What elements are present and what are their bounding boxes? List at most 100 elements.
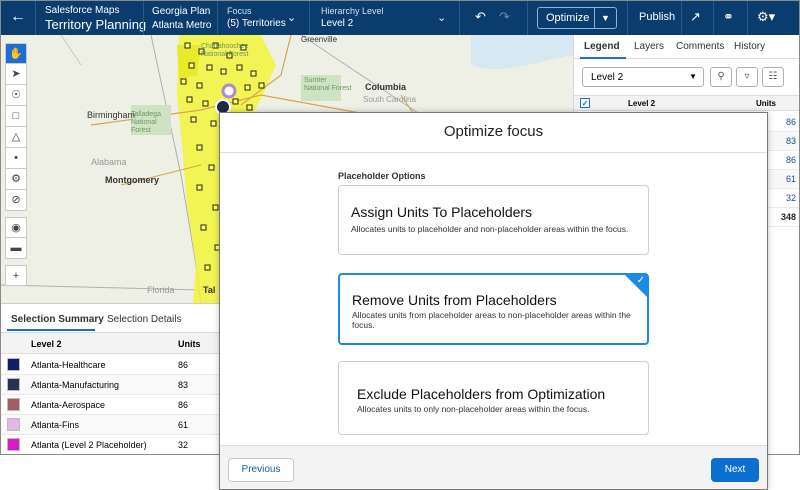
selection-row[interactable]: Atlanta-Fins 61: [1, 415, 223, 435]
hierarchy-icon[interactable]: ☷: [762, 67, 784, 87]
select-all-checkbox[interactable]: ✓: [580, 98, 590, 108]
layers-icon[interactable]: ◉: [5, 217, 27, 238]
lasso-select-icon[interactable]: •: [5, 148, 27, 169]
plan-label: Georgia Plan: [152, 6, 211, 17]
legend-level-select[interactable]: Level 2 ▼: [582, 67, 704, 87]
selection-name: Atlanta-Fins: [31, 420, 80, 430]
map-label-columbia: Columbia: [365, 82, 407, 92]
undo-icon[interactable]: ↶: [475, 9, 486, 25]
optimize-button[interactable]: Optimize ▼: [537, 7, 617, 29]
tab-layers[interactable]: Layers: [634, 41, 664, 52]
plan-block[interactable]: Georgia Plan Atlanta Metro: [152, 5, 211, 33]
rectangle-select-icon[interactable]: □: [5, 106, 27, 127]
zoom-in-icon[interactable]: +: [5, 265, 27, 286]
tab-history[interactable]: History: [734, 41, 765, 52]
option-description: Allocates units to only non-placeholder …: [357, 404, 590, 414]
option-exclude-placeholders[interactable]: Exclude Placeholders from Optimization A…: [338, 361, 649, 435]
plan-value: Atlanta Metro: [152, 20, 212, 31]
share-icon[interactable]: ↗: [690, 9, 701, 25]
divider: [527, 1, 528, 35]
redo-icon[interactable]: ↷: [499, 9, 510, 25]
tab-comments[interactable]: Comments: [676, 41, 724, 52]
option-title: Remove Units from Placeholders: [352, 292, 557, 308]
settings-menu-icon[interactable]: ⚙▾: [757, 9, 775, 25]
hierarchy-chevron-down-icon[interactable]: ⌄: [437, 11, 446, 24]
select-arrow-icon[interactable]: ➤: [5, 64, 27, 85]
selection-row[interactable]: Atlanta-Manufacturing 83: [1, 375, 223, 395]
map-label-montgomery: Montgomery: [105, 175, 159, 185]
selection-row[interactable]: Atlanta (Level 2 Placeholder) 32: [1, 435, 223, 454]
selection-units: 83: [178, 380, 189, 390]
back-arrow-icon[interactable]: ←: [9, 8, 27, 26]
map-label-greenville: Greenville: [301, 35, 338, 44]
tab-legend[interactable]: Legend: [584, 41, 620, 52]
focus-value: (5) Territories: [227, 18, 286, 29]
selection-panel: Selection Summary Selection Details Leve…: [1, 303, 223, 454]
polygon-select-icon[interactable]: △: [5, 127, 27, 148]
divider: [143, 1, 144, 35]
active-tab-indicator: [580, 57, 626, 59]
map-label-birmingham: Birmingham: [87, 110, 136, 120]
active-tab-indicator: [7, 329, 95, 331]
publish-button[interactable]: Publish: [639, 11, 675, 23]
map-label-forest: Sumter National Forest: [304, 77, 352, 92]
tab-selection-summary[interactable]: Selection Summary: [11, 314, 104, 325]
divider: [459, 1, 460, 35]
color-swatch: [7, 378, 20, 391]
filter-icon[interactable]: ▿: [736, 67, 758, 87]
optimize-focus-modal: Optimize focus Placeholder Options Assig…: [219, 112, 768, 490]
map-label-alabama: Alabama: [91, 157, 127, 167]
modal-title: Optimize focus: [220, 113, 767, 153]
color-swatch: [7, 358, 20, 371]
map-label-florida: Florida: [147, 285, 175, 295]
hierarchy-value: Level 2: [321, 18, 354, 29]
map-label-south-carolina: South Carolina: [363, 95, 416, 104]
selection-header-units: Units: [178, 339, 201, 349]
selection-row[interactable]: Atlanta-Healthcare 86: [1, 355, 223, 375]
divider: [713, 1, 714, 35]
divider: [35, 1, 36, 35]
selection-units: 86: [178, 400, 189, 410]
optimize-dropdown-icon[interactable]: ▼: [594, 8, 616, 28]
map-label-talladega: Talladega National Forest: [131, 111, 161, 134]
map-label-chattahoochee: Chattahoochee National Forest: [201, 43, 249, 58]
header-bar: ← Salesforce Maps Territory Planning Geo…: [1, 1, 799, 35]
color-swatch: [7, 438, 20, 451]
ruler-icon[interactable]: ▬: [5, 238, 27, 259]
deselect-icon[interactable]: ⊘: [5, 190, 27, 211]
selection-name: Atlanta-Healthcare: [31, 360, 106, 370]
color-swatch: [7, 398, 20, 411]
selection-units: 86: [178, 360, 189, 370]
legend-units: 86: [785, 117, 796, 127]
next-button[interactable]: Next: [711, 458, 759, 482]
selection-units: 61: [178, 420, 189, 430]
optimize-label: Optimize: [546, 12, 590, 24]
legend-header-level: Level 2: [628, 99, 656, 108]
map-toolbar: ✋ ➤ ☉ □ △ • ⚙ ⊘ ◉ ▬ +: [5, 43, 29, 286]
divider: [217, 1, 218, 35]
selection-row[interactable]: Atlanta-Aerospace 86: [1, 395, 223, 415]
modal-body: Placeholder Options Assign Units To Plac…: [220, 153, 767, 445]
option-description: Allocates units from placeholder areas t…: [352, 310, 631, 330]
point-select-icon[interactable]: ☉: [5, 85, 27, 106]
option-remove-units[interactable]: ✓ Remove Units from Placeholders Allocat…: [338, 273, 649, 345]
focus-selector[interactable]: Focus (5) Territories: [227, 5, 286, 31]
focus-chevron-down-icon[interactable]: ⌄: [287, 11, 296, 24]
hierarchy-selector[interactable]: Hierarchy Level Level 2: [321, 5, 384, 31]
previous-button[interactable]: Previous: [228, 458, 294, 482]
hierarchy-label: Hierarchy Level: [321, 6, 384, 16]
modal-footer: Previous Next: [220, 445, 767, 489]
divider: [681, 1, 682, 35]
tab-selection-details[interactable]: Selection Details: [107, 314, 181, 325]
selection-name: Atlanta (Level 2 Placeholder): [31, 440, 147, 450]
legend-units: 61: [785, 174, 796, 184]
legend-level-value: Level 2: [591, 72, 624, 83]
option-assign-units[interactable]: Assign Units To Placeholders Allocates u…: [338, 185, 649, 255]
gear-icon[interactable]: ⚙: [5, 169, 27, 190]
pan-hand-icon[interactable]: ✋: [5, 43, 27, 64]
selection-units: 32: [178, 440, 189, 450]
search-icon[interactable]: ⚲: [710, 67, 732, 87]
selection-name: Atlanta-Aerospace: [31, 400, 106, 410]
color-swatch: [7, 418, 20, 431]
compare-icon[interactable]: ⚭: [723, 9, 734, 25]
